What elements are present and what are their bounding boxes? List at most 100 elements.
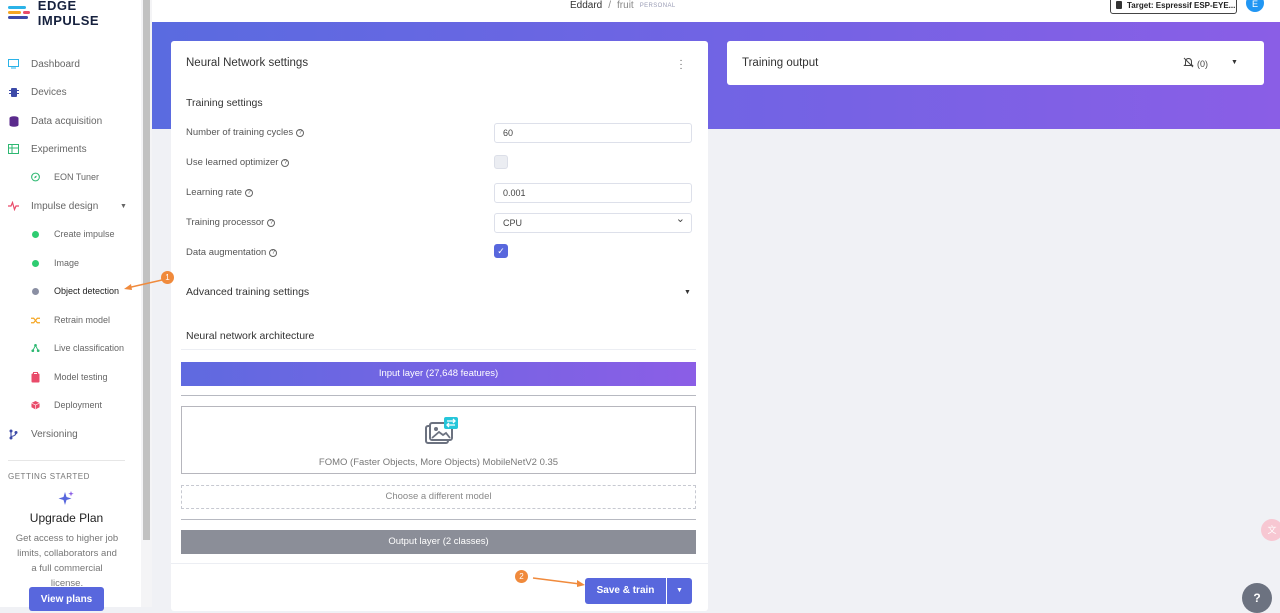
sidebar-item-label: Deployment bbox=[54, 400, 103, 410]
sidebar-item-label: Image bbox=[54, 258, 80, 268]
table-icon bbox=[8, 144, 19, 155]
question-icon: ? bbox=[1253, 591, 1261, 605]
logo-text: EDGE IMPULSE bbox=[37, 0, 100, 28]
label-text: Learning rate bbox=[186, 187, 242, 198]
learned-optimizer-label: Use learned optimizer? bbox=[186, 157, 290, 168]
sidebar-item-label: Data acquisition bbox=[31, 115, 103, 127]
annotation-marker-2: 2 bbox=[515, 570, 528, 583]
sidebar-item-dashboard[interactable]: Dashboard bbox=[0, 53, 141, 75]
training-settings-heading: Training settings bbox=[186, 97, 263, 109]
card-title: Training output bbox=[742, 57, 819, 69]
chevron-down-icon: ▼ bbox=[120, 202, 127, 210]
sidebar-item-label: Live classification bbox=[54, 343, 125, 353]
view-plans-button[interactable]: View plans bbox=[29, 587, 104, 611]
learning-rate-input[interactable]: 0.001 bbox=[494, 183, 692, 203]
sidebar-item-object-detection[interactable]: Object detection bbox=[0, 280, 141, 302]
sidebar-item-versioning[interactable]: Versioning bbox=[0, 423, 141, 445]
notification-toggle[interactable]: (0) bbox=[1183, 57, 1208, 70]
help-icon[interactable]: ? bbox=[244, 188, 253, 197]
logo[interactable]: EDGE IMPULSE bbox=[8, 0, 141, 28]
target-device-button[interactable]: Target: Espressif ESP-EYE... bbox=[1110, 0, 1237, 14]
sidebar-item-label: Create impulse bbox=[54, 229, 115, 239]
target-label: Target: Espressif ESP-EYE... bbox=[1127, 0, 1236, 10]
divider bbox=[171, 563, 708, 564]
compass-icon bbox=[31, 172, 40, 182]
getting-started-heading: GETTING STARTED bbox=[8, 472, 90, 481]
help-icon[interactable]: ? bbox=[296, 128, 305, 137]
sidebar-scrollbar-thumb[interactable] bbox=[143, 0, 150, 540]
output-layer[interactable]: Output layer (2 classes) bbox=[181, 530, 696, 554]
more-options-icon[interactable]: · · · bbox=[676, 56, 686, 74]
sidebar-item-label: Model testing bbox=[54, 372, 108, 382]
label-text: Use learned optimizer bbox=[186, 157, 279, 168]
sidebar-item-eon-tuner[interactable]: EON Tuner bbox=[0, 166, 141, 188]
images-swap-icon bbox=[424, 417, 460, 445]
training-output-card: Training output (0) ▼ bbox=[727, 41, 1264, 85]
upgrade-plan-title: Upgrade Plan bbox=[29, 511, 104, 525]
label-text: Training processor bbox=[186, 217, 265, 228]
sidebar-item-live-classification[interactable]: Live classification bbox=[0, 337, 141, 359]
sidebar-item-devices[interactable]: Devices bbox=[0, 81, 141, 103]
model-name: FOMO (Faster Objects, More Objects) Mobi… bbox=[318, 457, 559, 468]
chip-icon bbox=[1116, 1, 1122, 9]
help-icon[interactable]: ? bbox=[267, 218, 276, 227]
caret-down-icon[interactable]: ▼ bbox=[1231, 59, 1238, 66]
sidebar-item-deployment[interactable]: Deployment bbox=[0, 394, 141, 416]
training-processor-select[interactable]: CPU bbox=[494, 210, 692, 233]
layer-separator bbox=[181, 395, 696, 396]
upgrade-plan-description: Get access to higher job limits, collabo… bbox=[15, 533, 119, 589]
caret-down-icon: ▼ bbox=[676, 587, 683, 594]
notification-count: (0) bbox=[1197, 58, 1208, 69]
sidebar-item-label: Dashboard bbox=[31, 58, 80, 70]
sidebar-item-label: Object detection bbox=[54, 286, 120, 296]
sidebar-item-impulse-design[interactable]: Impulse design ▼ bbox=[0, 195, 141, 217]
help-icon[interactable]: ? bbox=[281, 158, 290, 167]
layer-separator bbox=[181, 519, 696, 520]
git-branch-icon bbox=[8, 429, 19, 440]
save-options-dropdown[interactable]: ▼ bbox=[667, 578, 692, 604]
training-cycles-input[interactable]: 60 bbox=[494, 123, 692, 143]
breadcrumb-project[interactable]: fruit bbox=[617, 0, 634, 11]
neural-network-settings-card: Neural Network settings · · · Training set… bbox=[171, 41, 708, 611]
shuffle-icon bbox=[31, 316, 40, 325]
advanced-training-settings-toggle[interactable]: Advanced training settings bbox=[186, 286, 309, 298]
help-icon[interactable]: ? bbox=[269, 248, 278, 257]
training-processor-label: Training processor? bbox=[186, 217, 276, 228]
data-augmentation-label: Data augmentation? bbox=[186, 247, 278, 258]
sidebar-item-data-acquisition[interactable]: Data acquisition bbox=[0, 110, 141, 132]
sidebar-item-image[interactable]: Image bbox=[0, 252, 141, 274]
input-layer[interactable]: Input layer (27,648 features) bbox=[181, 362, 696, 386]
chip-icon bbox=[8, 87, 19, 98]
pulse-icon bbox=[8, 201, 19, 212]
sidebar-item-experiments[interactable]: Experiments bbox=[0, 138, 141, 160]
edge-impulse-logo-icon bbox=[8, 5, 30, 21]
sidebar-item-label: Retrain model bbox=[54, 315, 111, 325]
status-dot-icon bbox=[31, 287, 40, 296]
breadcrumb-user[interactable]: Eddard bbox=[570, 0, 602, 11]
sparkle-icon bbox=[57, 490, 75, 508]
model-layer[interactable]: FOMO (Faster Objects, More Objects) Mobi… bbox=[181, 406, 696, 474]
save-and-train-button[interactable]: Save & train bbox=[585, 578, 666, 604]
help-button[interactable]: ? bbox=[1242, 583, 1272, 613]
label-text: Number of training cycles bbox=[186, 127, 294, 138]
database-icon bbox=[8, 115, 19, 127]
learned-optimizer-checkbox[interactable] bbox=[494, 155, 508, 169]
sidebar-item-retrain-model[interactable]: Retrain model bbox=[0, 309, 141, 331]
sidebar-item-label: Devices bbox=[31, 86, 67, 98]
sidebar-item-model-testing[interactable]: Model testing bbox=[0, 366, 141, 388]
project-badge: PERSONAL bbox=[639, 2, 676, 9]
sidebar-item-label: Versioning bbox=[31, 428, 78, 440]
divider bbox=[8, 460, 125, 461]
caret-down-icon[interactable]: ▼ bbox=[684, 289, 691, 296]
status-dot-icon bbox=[31, 259, 40, 268]
check-icon: ✓ bbox=[497, 246, 505, 256]
data-augmentation-checkbox[interactable]: ✓ bbox=[494, 244, 508, 258]
choose-different-model-button[interactable]: Choose a different model bbox=[181, 485, 696, 509]
breadcrumb: Eddard / fruit PERSONAL bbox=[570, 0, 676, 11]
sidebar-item-create-impulse[interactable]: Create impulse bbox=[0, 223, 141, 245]
annotation-marker-1: 1 bbox=[161, 271, 174, 284]
training-cycles-label: Number of training cycles? bbox=[186, 127, 305, 138]
box-icon bbox=[31, 400, 40, 410]
translate-icon[interactable]: 文 bbox=[1261, 519, 1280, 541]
card-title: Neural Network settings bbox=[186, 57, 309, 69]
